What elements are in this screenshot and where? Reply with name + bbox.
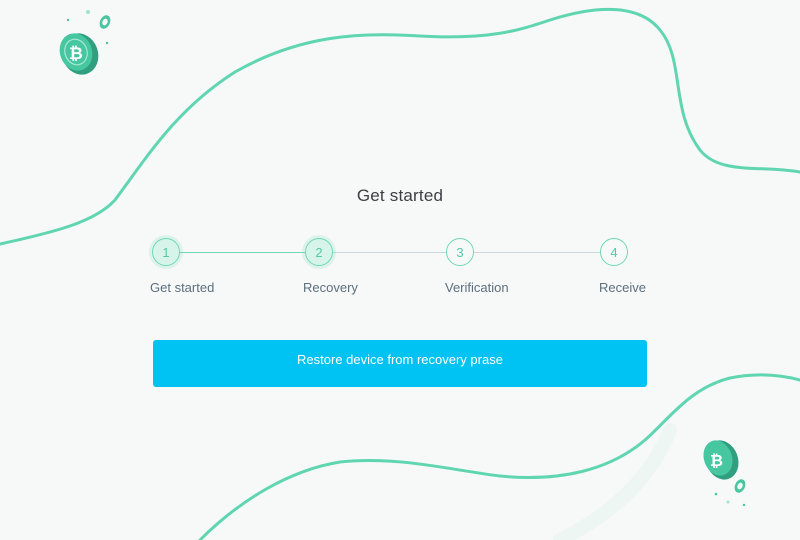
step-number: 1 [162,244,170,260]
bottom-right-wave-fade [553,423,677,540]
restore-device-button-label: Restore device from recovery prase [297,352,503,367]
step-connector [333,252,446,253]
step-connector [474,252,600,253]
step-label-get-started: Get started [150,280,215,295]
restore-device-button[interactable]: Restore device from recovery prase [153,340,647,387]
bitcoin-coin-icon: ₿ [703,440,746,507]
step-2-indicator: 2 [305,238,333,266]
step-4-indicator: 4 [600,238,628,266]
step-number: 4 [610,244,618,260]
step-label-verification: Verification [445,280,509,295]
app-window: ₿ ₿ Get started 1 2 3 4 Get started Reco… [0,0,800,540]
step-connector [180,252,305,253]
svg-text:₿: ₿ [710,451,723,470]
step-label-receive: Receive [599,280,646,295]
step-1-indicator: 1 [152,238,180,266]
progress-stepper: 1 2 3 4 Get started Recovery Verificatio… [0,0,800,320]
step-number: 2 [315,244,323,260]
step-3-indicator: 3 [446,238,474,266]
step-number: 3 [456,244,464,260]
step-label-recovery: Recovery [303,280,358,295]
